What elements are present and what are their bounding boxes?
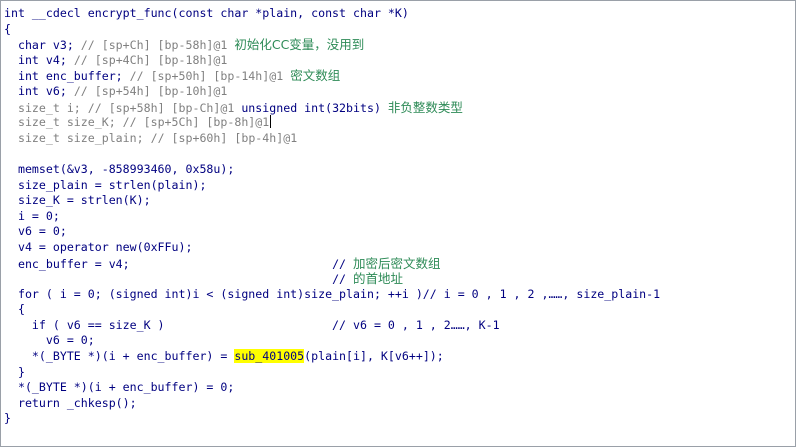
code-token: enc_buffer = v4; <box>4 256 333 271</box>
code-token: if ( v6 == size_K ) // v6 = 0 , 1 , 2……,… <box>4 317 500 332</box>
code-token: { <box>4 302 25 317</box>
code-token: int v6; <box>4 83 74 98</box>
code-line[interactable] <box>4 146 660 162</box>
code-token: v6 = 0; <box>4 224 67 239</box>
code-token: size_t size_K; <box>4 115 123 130</box>
code-line[interactable]: v6 = 0; <box>4 224 660 240</box>
chinese-comment: 的首地址 <box>353 271 404 287</box>
code-line[interactable]: size_t i; // [sp+58h] [bp-Ch]@1 unsigned… <box>4 100 660 116</box>
code-line[interactable]: // 的首地址 <box>4 271 660 287</box>
code-line[interactable]: char v3; // [sp+Ch] [bp-58h]@1 初始化CC变量，没… <box>4 37 660 53</box>
code-line[interactable]: size_t size_plain; // [sp+60h] [bp-4h]@1 <box>4 131 660 147</box>
code-token: size_plain = strlen(plain); <box>4 177 207 192</box>
code-token: } <box>4 364 25 379</box>
code-line[interactable]: *(_BYTE *)(i + enc_buffer) = 0; <box>4 380 660 396</box>
code-line[interactable]: } <box>4 411 660 427</box>
pseudocode-text[interactable]: int __cdecl encrypt_func(const char *pla… <box>4 6 660 427</box>
chinese-comment: 初始化CC变量，没用到 <box>234 37 365 53</box>
code-comment: // [sp+58h] [bp-Ch]@1 <box>87 100 242 115</box>
code-line[interactable]: v6 = 0; <box>4 333 660 349</box>
code-token: (plain[i], K[v6++]); <box>304 349 444 364</box>
code-line[interactable]: size_t size_K; // [sp+5Ch] [bp-8h]@1 <box>4 115 660 131</box>
code-token: i = 0; <box>4 208 60 223</box>
code-comment: // [sp+Ch] [bp-58h]@1 <box>80 38 235 53</box>
code-line[interactable]: i = 0; <box>4 209 660 225</box>
code-line[interactable]: int enc_buffer; // [sp+50h] [bp-14h]@1 密… <box>4 68 660 84</box>
code-token: v4 = operator new(0xFFu); <box>4 239 193 254</box>
code-line[interactable]: enc_buffer = v4; // 加密后密文数组 <box>4 256 660 272</box>
code-token: { <box>4 21 11 36</box>
text-cursor <box>270 115 272 129</box>
code-token: return _chkesp(); <box>4 395 137 410</box>
code-comment: // [sp+60h] [bp-4h]@1 <box>150 130 298 145</box>
code-token: int __cdecl encrypt_func(const char *pla… <box>4 6 409 20</box>
highlighted-identifier[interactable]: sub_401005 <box>234 349 305 364</box>
code-token: } <box>4 411 11 426</box>
code-line[interactable]: size_plain = strlen(plain); <box>4 178 660 194</box>
code-token: // <box>332 256 354 271</box>
code-line[interactable]: size_K = strlen(K); <box>4 193 660 209</box>
code-token: *(_BYTE *)(i + enc_buffer) = <box>4 349 235 364</box>
code-line[interactable]: v4 = operator new(0xFFu); <box>4 240 660 256</box>
code-line[interactable]: int v6; // [sp+54h] [bp-10h]@1 <box>4 84 660 100</box>
code-line[interactable]: *(_BYTE *)(i + enc_buffer) = sub_401005(… <box>4 349 660 365</box>
code-token: size_t size_plain; <box>4 130 151 145</box>
code-comment: // [sp+5Ch] [bp-8h]@1 <box>122 115 270 130</box>
code-line[interactable]: if ( v6 == size_K ) // v6 = 0 , 1 , 2……,… <box>4 318 660 334</box>
code-line[interactable]: { <box>4 302 660 318</box>
code-comment: // [sp+50h] [bp-14h]@1 <box>129 69 291 84</box>
code-token: for ( i = 0; (signed int)i < (signed int… <box>4 286 661 301</box>
code-comment: // [sp+54h] [bp-10h]@1 <box>73 83 228 98</box>
code-token: *(_BYTE *)(i + enc_buffer) = 0; <box>4 380 235 395</box>
code-token: char v3; <box>4 38 81 53</box>
code-line[interactable]: for ( i = 0; (signed int)i < (signed int… <box>4 287 660 303</box>
code-line[interactable]: return _chkesp(); <box>4 396 660 412</box>
code-line[interactable]: { <box>4 22 660 38</box>
code-line[interactable]: } <box>4 365 660 381</box>
code-line[interactable]: memset(&v3, -858993460, 0x58u); <box>4 162 660 178</box>
code-token: int v4; <box>4 52 74 67</box>
code-token: size_t i; <box>4 100 88 115</box>
code-line[interactable]: int v4; // [sp+4Ch] [bp-18h]@1 <box>4 53 660 69</box>
code-token: // <box>332 272 354 287</box>
pseudocode-view[interactable]: int __cdecl encrypt_func(const char *pla… <box>0 0 796 447</box>
chinese-comment: 密文数组 <box>290 68 341 84</box>
code-token: size_K = strlen(K); <box>4 193 151 208</box>
code-line[interactable]: int __cdecl encrypt_func(const char *pla… <box>4 6 660 22</box>
chinese-comment: 加密后密文数组 <box>353 255 441 271</box>
code-token: int enc_buffer; <box>4 69 130 84</box>
chinese-comment: 非负整数类型 <box>387 99 463 115</box>
code-token: memset(&v3, -858993460, 0x58u); <box>4 161 235 176</box>
code-token: v6 = 0; <box>4 333 95 348</box>
code-comment: // [sp+4Ch] [bp-18h]@1 <box>73 52 228 67</box>
code-token: unsigned int(32bits) <box>241 100 388 115</box>
